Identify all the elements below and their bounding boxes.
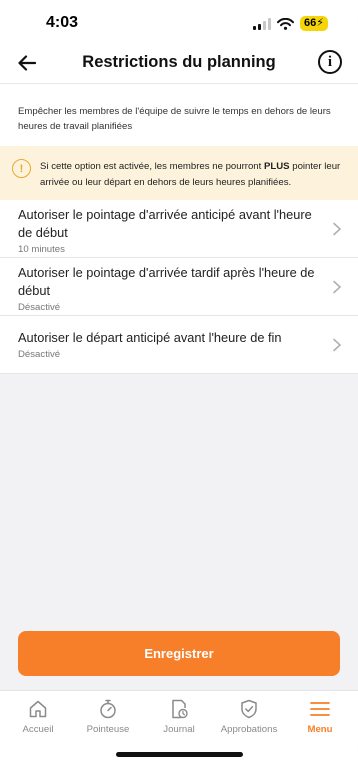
description-text: Empêcher les membres de l'équipe de suiv… [0, 84, 358, 146]
tab-pointeuse[interactable]: Pointeuse [72, 699, 144, 735]
wifi-icon [277, 17, 295, 30]
warning-text: Si cette option est activée, les membres… [40, 161, 340, 188]
app-screen: 4:03 66⚡ Restrictions du planning i Empê… [0, 0, 358, 768]
chevron-right-icon [333, 338, 342, 352]
info-button[interactable]: i [318, 50, 342, 74]
setting-value: Désactivé [18, 349, 61, 360]
chevron-right-icon [333, 222, 342, 236]
home-icon [29, 700, 47, 718]
settings-list: Autoriser le pointage d'arrivée anticipé… [0, 200, 358, 374]
battery-level: 66 [304, 17, 317, 29]
status-icons: 66⚡ [253, 16, 328, 31]
tab-approbations[interactable]: Approbations [213, 699, 285, 735]
tab-label: Approbations [220, 724, 278, 735]
shield-check-icon [241, 699, 257, 719]
save-button[interactable]: Enregistrer [18, 631, 340, 676]
signal-icon [253, 17, 272, 30]
tab-journal[interactable]: Journal [143, 699, 215, 735]
warning-emphasis: PLUS [263, 161, 290, 172]
journal-icon [172, 699, 188, 719]
page-title: Restrictions du planning [82, 53, 276, 71]
info-icon: i [327, 53, 333, 70]
setting-value: 10 minutes [18, 244, 65, 255]
tab-label: Accueil [22, 724, 54, 735]
battery-indicator: 66⚡ [300, 16, 328, 31]
charging-bolt-icon: ⚡ [316, 17, 324, 29]
setting-title: Autoriser le pointage d'arrivée tardif a… [18, 265, 315, 298]
status-time: 4:03 [46, 14, 79, 31]
warning-icon: ! [12, 159, 31, 178]
tab-label: Menu [307, 724, 333, 735]
top-nav-bar: Restrictions du planning i [0, 48, 358, 84]
setting-title: Autoriser le pointage d'arrivée anticipé… [18, 207, 312, 240]
tab-accueil[interactable]: Accueil [2, 699, 74, 735]
home-indicator [116, 752, 243, 757]
setting-value: Désactivé [18, 302, 61, 313]
setting-title: Autoriser le départ anticipé avant l'heu… [18, 330, 282, 345]
setting-late-clock-in[interactable]: Autoriser le pointage d'arrivée tardif a… [0, 258, 358, 316]
setting-early-clock-in[interactable]: Autoriser le pointage d'arrivée anticipé… [0, 200, 358, 258]
status-bar: 4:03 66⚡ [0, 0, 358, 48]
tab-label: Journal [163, 724, 195, 735]
setting-early-clock-out[interactable]: Autoriser le départ anticipé avant l'heu… [0, 316, 358, 374]
stopwatch-icon [100, 699, 116, 719]
warning-banner: ! Si cette option est activée, les membr… [0, 146, 358, 200]
chevron-right-icon [333, 280, 342, 294]
tab-label: Pointeuse [86, 724, 130, 735]
tab-menu[interactable]: Menu [284, 699, 356, 735]
warning-text-part: Si cette option est activée, les membres… [40, 161, 264, 172]
menu-icon [310, 702, 330, 716]
